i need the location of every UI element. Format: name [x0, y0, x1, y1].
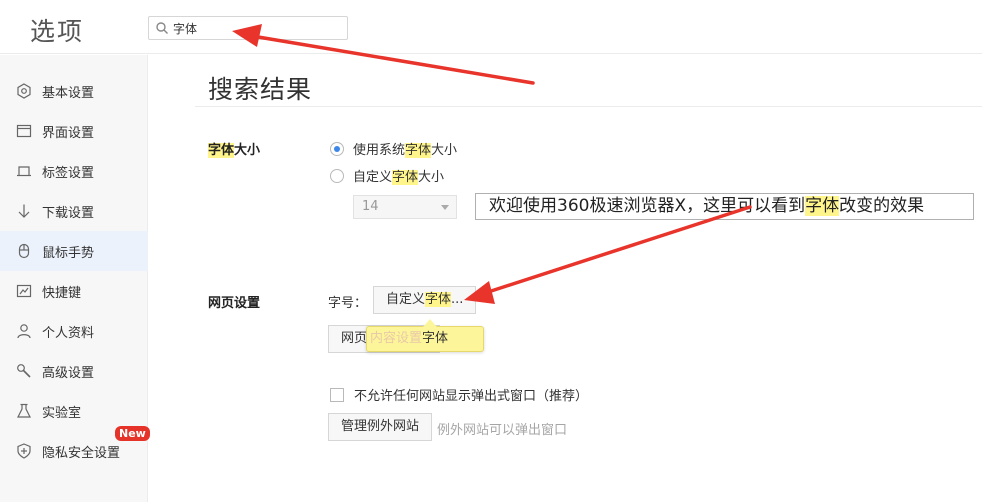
settings-icon: [15, 82, 33, 100]
label-text: 大小: [234, 143, 261, 158]
custom-font-button[interactable]: 自定义字体...: [373, 286, 477, 314]
search-box[interactable]: [148, 16, 348, 40]
sidebar-item-label: 下载设置: [42, 205, 95, 221]
search-icon: [156, 22, 168, 34]
radio-button[interactable]: [330, 168, 344, 183]
shortcut-icon: [15, 282, 33, 300]
radio-system-font-size[interactable]: 使用系统字体大小: [330, 139, 457, 158]
sidebar-item-label: 鼠标手势: [42, 245, 95, 261]
window-icon: [15, 122, 33, 140]
sidebar-item-label: 个人资料: [42, 325, 95, 341]
radio-custom-font-size[interactable]: 自定义字体大小: [330, 166, 444, 185]
search-highlight: 字体: [208, 143, 235, 158]
person-icon: [15, 322, 33, 340]
new-badge: New: [115, 426, 150, 441]
chevron-down-icon: [441, 205, 449, 210]
section-title: 搜索结果: [208, 75, 313, 104]
annotation-arrow-custom-font: [464, 205, 752, 304]
tooltip-faint-text: 内容设置: [370, 331, 423, 346]
divider: [195, 106, 982, 107]
sidebar-item-label: 界面设置: [42, 125, 95, 141]
sidebar-item-tabs[interactable]: 标签设置: [0, 151, 148, 191]
radio-button[interactable]: [330, 141, 344, 156]
sidebar-item-basic[interactable]: 基本设置: [0, 71, 148, 111]
manage-exceptions-button[interactable]: 管理例外网站: [328, 413, 433, 441]
tab-icon: [15, 162, 33, 180]
flask-icon: [15, 402, 33, 420]
sidebar-item-label: 快捷键: [42, 285, 82, 301]
font-size-section-label: 字体大小: [208, 139, 260, 158]
checkbox-label: 不允许任何网站显示弹出式窗口（推荐）: [354, 389, 589, 404]
sidebar-item-mouse-gesture[interactable]: 鼠标手势: [0, 231, 148, 271]
checkbox[interactable]: [330, 387, 344, 402]
sidebar: 基本设置 界面设置 标签设置 下载设置 鼠标手势 快捷键 个人资料 高级设置 实…: [0, 55, 150, 502]
block-popups-option[interactable]: 不允许任何网站显示弹出式窗口（推荐）: [330, 385, 588, 404]
search-input[interactable]: [173, 19, 343, 37]
page-title: 选项: [30, 17, 85, 46]
radio-label: 自定义字体大小: [353, 170, 445, 185]
font-preview-box: 欢迎使用360极速浏览器X，这里可以看到字体改变的效果: [475, 193, 974, 220]
tooltip-tail: [423, 319, 437, 327]
sidebar-item-profile[interactable]: 个人资料: [0, 311, 148, 351]
font-label: 字号：: [328, 296, 368, 311]
sidebar-item-label: 基本设置: [42, 85, 95, 101]
sidebar-item-interface[interactable]: 界面设置: [0, 111, 148, 151]
top-bar: 选项: [0, 0, 982, 54]
sidebar-item-label: 高级设置: [42, 365, 95, 381]
sidebar-item-download[interactable]: 下载设置: [0, 191, 148, 231]
shield-icon: [15, 442, 33, 460]
mouse-icon: [15, 242, 33, 260]
font-size-select[interactable]: 14: [353, 195, 457, 219]
exceptions-hint: 例外网站可以弹出窗口: [437, 423, 568, 438]
sidebar-item-label: 实验室: [42, 405, 82, 421]
wrench-icon: [15, 362, 33, 380]
download-icon: [15, 202, 33, 220]
sidebar-item-label: 标签设置: [42, 165, 95, 181]
sidebar-item-advanced[interactable]: 高级设置: [0, 351, 148, 391]
select-value: 14: [362, 199, 379, 214]
webpage-section-label: 网页设置: [208, 296, 261, 311]
radio-label: 使用系统字体大小: [353, 143, 458, 158]
sidebar-item-shortcuts[interactable]: 快捷键: [0, 271, 148, 311]
sidebar-item-label: 隐私安全设置: [42, 445, 121, 461]
search-match-tooltip: 内容设置字体: [366, 319, 484, 352]
sidebar-item-lab[interactable]: 实验室: [0, 391, 148, 431]
tooltip-text: 字体: [422, 331, 449, 346]
